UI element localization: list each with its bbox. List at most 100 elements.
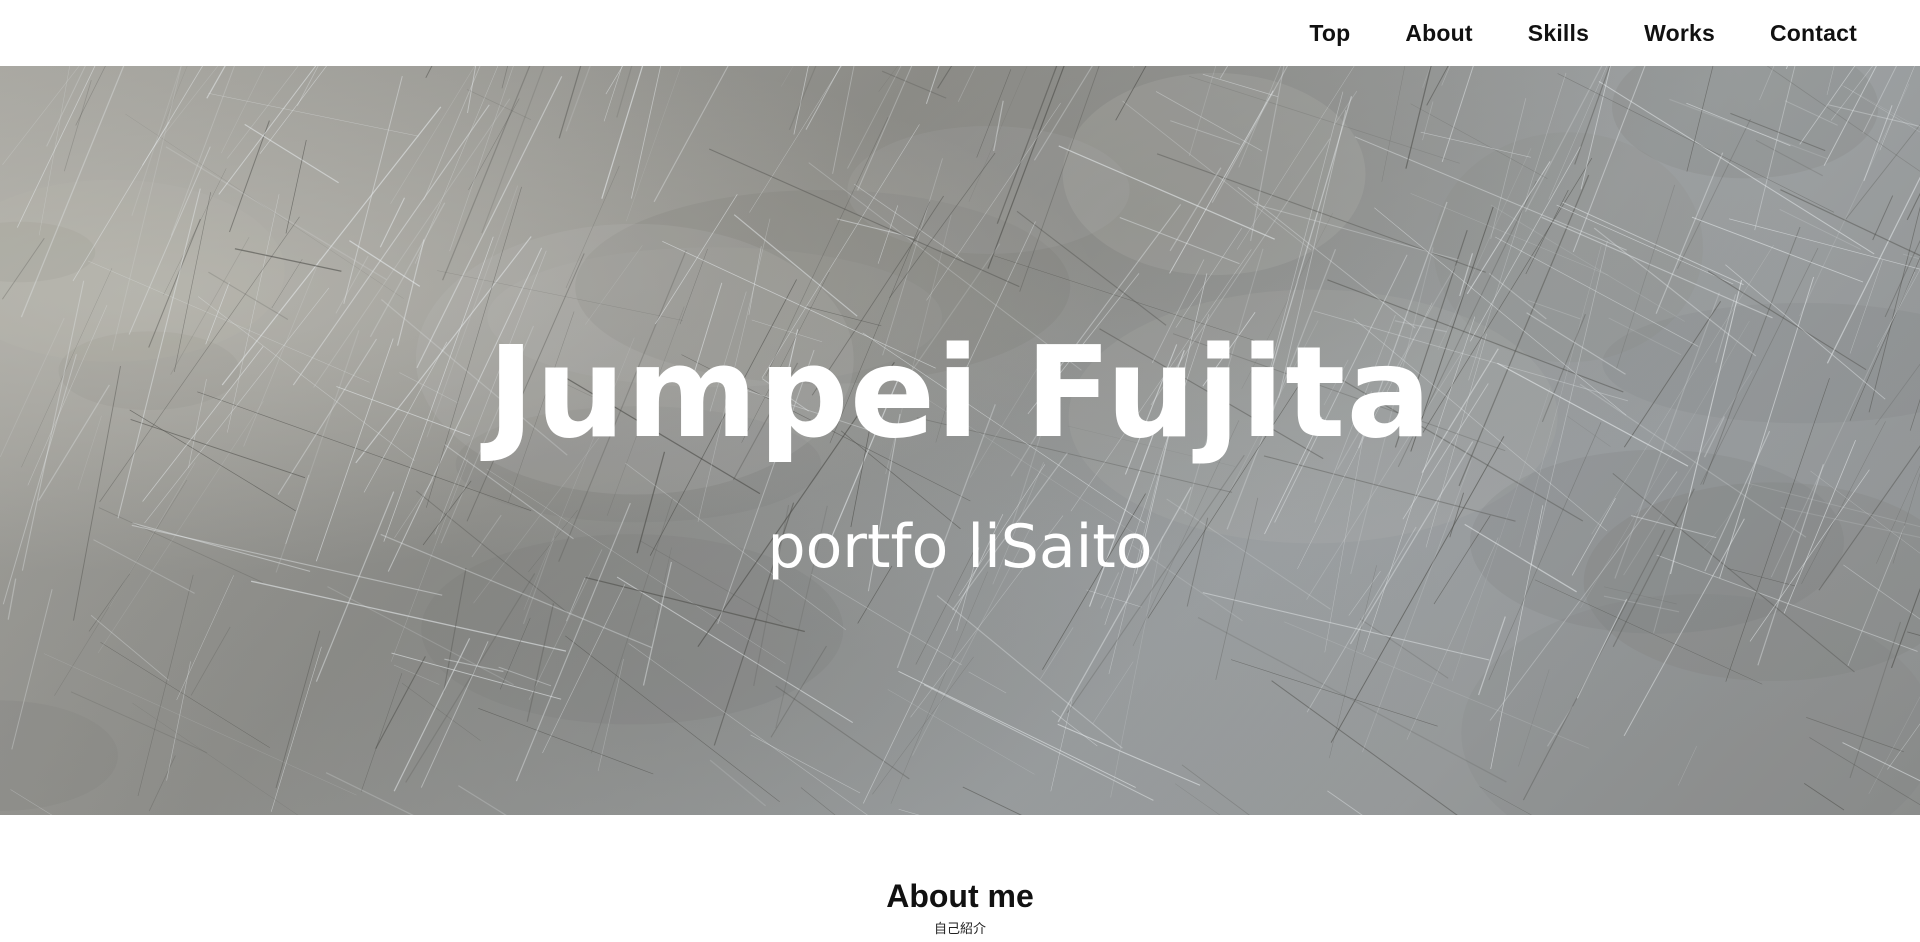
texture-scratch xyxy=(1086,589,1142,608)
texture-scratch xyxy=(157,66,188,141)
nav-link-about[interactable]: About xyxy=(1405,20,1472,47)
texture-scratch xyxy=(1780,189,1920,257)
texture-scratch xyxy=(360,673,403,792)
about-subheading: 自己紹介 xyxy=(933,922,986,937)
texture-scratch xyxy=(957,66,976,102)
hero-section: Jumpei Fujita portfo liSaito xyxy=(0,66,1920,815)
texture-scratch xyxy=(449,66,514,252)
texture-scratch xyxy=(872,656,974,795)
texture-scratch xyxy=(176,575,234,701)
texture-scratch xyxy=(275,630,321,789)
nav-link-skills[interactable]: Skills xyxy=(1528,20,1589,47)
texture-scratch xyxy=(750,734,861,794)
texture-scratch xyxy=(390,66,476,204)
texture-scratch xyxy=(709,759,767,807)
texture-scratch xyxy=(1202,592,1490,661)
texture-scratch xyxy=(414,66,499,264)
texture-scratch xyxy=(781,66,794,87)
texture-smudge xyxy=(0,700,118,811)
hero-title: Jumpei Fujita xyxy=(487,319,1433,466)
texture-scratch xyxy=(898,809,920,815)
texture-scratch xyxy=(221,66,266,154)
texture-scratch xyxy=(937,66,953,89)
texture-scratch xyxy=(890,571,988,804)
texture-scratch xyxy=(923,684,1154,801)
texture-scratch xyxy=(481,66,545,234)
texture-scratch xyxy=(605,66,624,95)
texture-scratch xyxy=(270,646,322,812)
nav-item-works: Works xyxy=(1589,20,1715,47)
texture-scratch xyxy=(1728,218,1920,270)
texture-scratch xyxy=(166,661,191,781)
texture-scratch xyxy=(100,642,270,748)
texture-scratch xyxy=(1271,680,1458,815)
texture-scratch xyxy=(603,66,623,122)
nav-link-works[interactable]: Works xyxy=(1644,20,1715,47)
hero-subtitle: portfo liSaito xyxy=(767,512,1153,582)
texture-scratch xyxy=(467,66,477,113)
texture-scratch xyxy=(1039,627,1074,680)
texture-scratch xyxy=(558,66,582,139)
texture-scratch xyxy=(142,121,170,166)
texture-scratch xyxy=(878,66,898,92)
nav-link-top[interactable]: Top xyxy=(1309,20,1350,47)
texture-scratch xyxy=(379,197,405,248)
texture-scratch xyxy=(788,66,817,131)
texture-scratch xyxy=(793,66,809,135)
texture-scratch xyxy=(1426,66,1449,106)
texture-scratch xyxy=(229,120,270,233)
texture-scratch xyxy=(626,66,682,222)
texture-scratch xyxy=(631,66,662,199)
texture-scratch xyxy=(1181,764,1250,815)
texture-scratch xyxy=(805,66,842,130)
texture-scratch xyxy=(190,626,231,696)
texture-scratch xyxy=(962,786,1022,815)
texture-scratch xyxy=(1175,783,1221,815)
texture-scratch xyxy=(63,79,92,172)
texture-scratch xyxy=(132,702,299,815)
texture-scratch xyxy=(296,66,319,106)
texture-scratch xyxy=(1872,195,1894,241)
texture-scratch xyxy=(244,123,339,184)
texture-scratch xyxy=(423,66,481,201)
texture-scratch xyxy=(1691,216,1864,283)
texture-scratch xyxy=(565,66,591,132)
main-nav: Top About Skills Works Contact xyxy=(1309,0,1857,66)
nav-link-contact[interactable]: Contact xyxy=(1770,20,1857,47)
nav-item-contact: Contact xyxy=(1715,20,1857,47)
texture-scratch xyxy=(775,685,910,780)
texture-scratch xyxy=(285,139,307,234)
texture-scratch xyxy=(936,595,1123,749)
texture-scratch xyxy=(1441,66,1451,86)
texture-scratch xyxy=(601,66,644,199)
texture-scratch xyxy=(375,656,426,749)
nav-item-skills: Skills xyxy=(1473,20,1589,47)
texture-scratch xyxy=(1057,723,1201,786)
texture-scratch xyxy=(2,66,80,165)
texture-scratch xyxy=(1879,66,1915,151)
texture-scratch xyxy=(148,755,176,812)
texture-scratch xyxy=(325,772,414,815)
texture-scratch xyxy=(208,93,419,137)
texture-scratch xyxy=(1132,66,1135,68)
nav-item-about: About xyxy=(1350,20,1472,47)
texture-scratch xyxy=(1333,90,1358,126)
nav-item-top: Top xyxy=(1309,20,1350,47)
texture-scratch xyxy=(153,66,219,148)
texture-scratch xyxy=(88,573,130,632)
texture-scratch xyxy=(401,682,481,741)
about-heading: About me xyxy=(886,878,1034,914)
texture-scratch xyxy=(968,671,1007,694)
texture-scratch xyxy=(393,664,440,685)
texture-scratch xyxy=(1231,659,1438,727)
site-header: Top About Skills Works Contact xyxy=(0,0,1920,66)
texture-scratch xyxy=(1051,710,1098,747)
texture-scratch xyxy=(90,614,170,681)
texture-scratch xyxy=(653,66,729,203)
texture-scratch xyxy=(1348,571,1381,616)
texture-scratch xyxy=(458,785,507,815)
texture-scratch xyxy=(393,638,471,792)
texture-scratch xyxy=(137,574,194,797)
texture-scratch xyxy=(46,66,86,147)
texture-scratch xyxy=(1359,618,1449,679)
